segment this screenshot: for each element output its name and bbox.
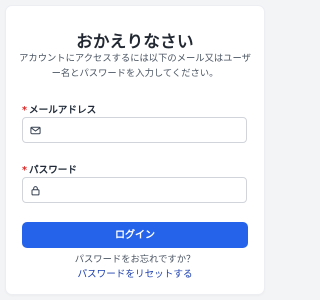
required-mark: * — [22, 105, 28, 116]
forgot-password-text: パスワードをお忘れですか？ — [74, 254, 196, 265]
page-subtitle: アカウントにアクセスするには以下のメール又はユーザー名とパスワードを入力してくだ… — [19, 53, 251, 79]
password-label-group: * パスワード — [22, 162, 77, 176]
email-input[interactable] — [47, 121, 239, 139]
login-button[interactable]: ログイン — [22, 222, 248, 248]
password-input[interactable] — [47, 181, 239, 199]
page-title: おかえりなさい — [76, 32, 194, 51]
email-label: メールアドレス — [29, 105, 97, 116]
mail-icon — [30, 126, 41, 135]
email-label-group: * メールアドレス — [22, 102, 96, 116]
reset-password-link[interactable]: パスワードをリセットする — [6, 266, 264, 280]
password-field[interactable] — [22, 177, 247, 203]
lock-icon — [31, 186, 40, 196]
password-label: パスワード — [29, 165, 77, 176]
login-card: おかえりなさい アカウントにアクセスするには以下のメール又はユーザー名とパスワー… — [6, 6, 264, 294]
email-field[interactable] — [22, 117, 247, 143]
required-mark: * — [22, 165, 28, 176]
